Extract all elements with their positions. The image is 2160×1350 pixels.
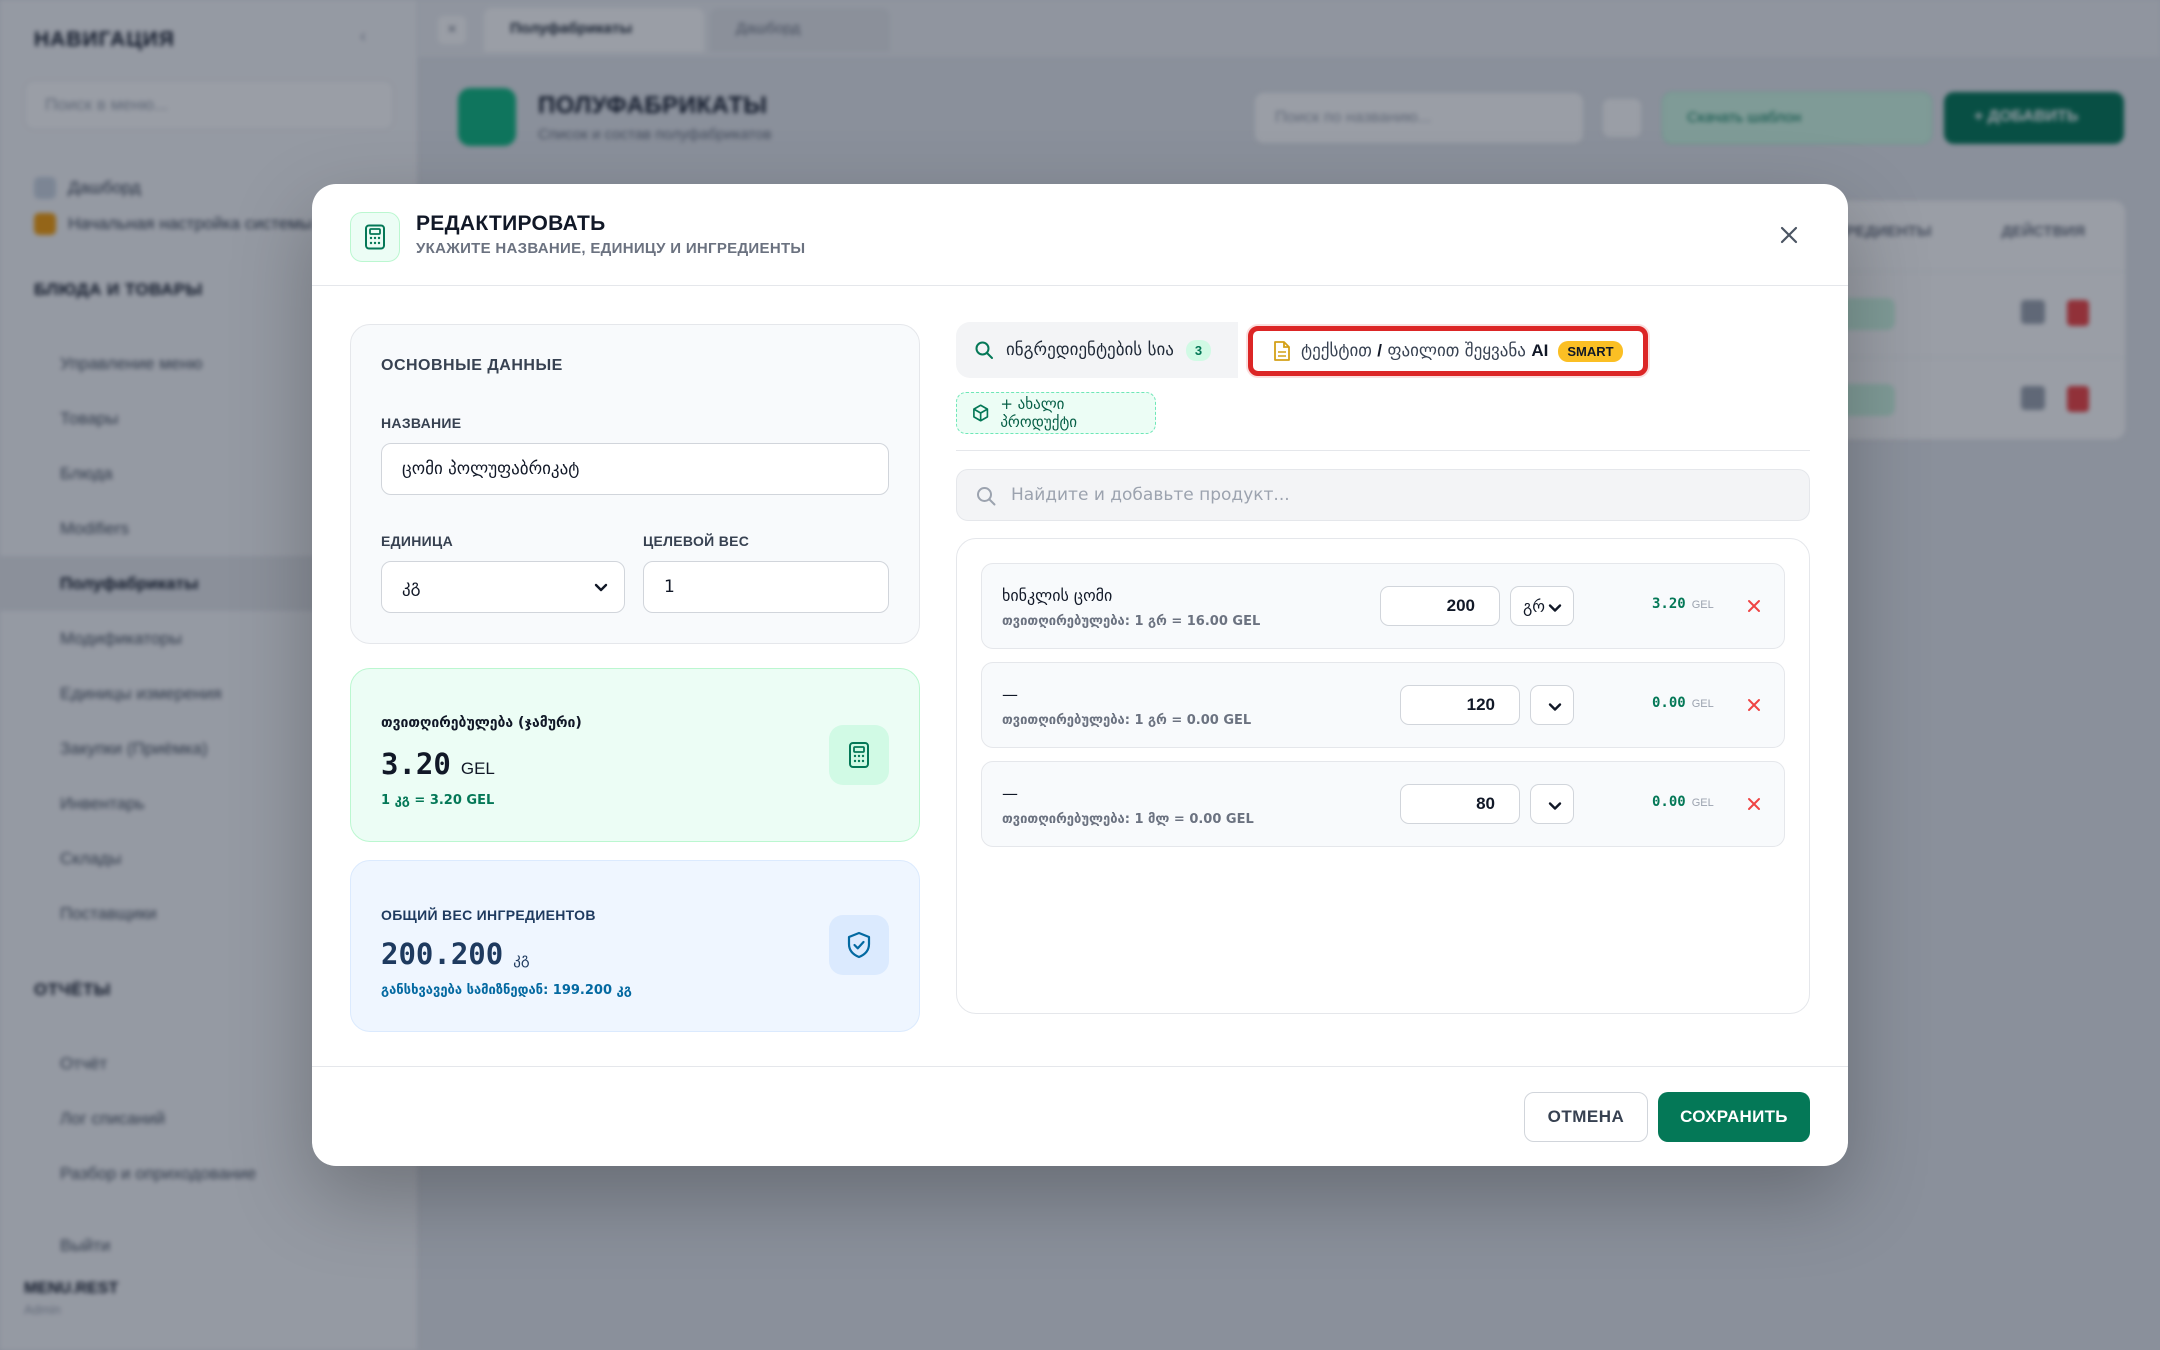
search-icon (977, 487, 996, 506)
remove-ingredient-button[interactable] (1742, 792, 1766, 816)
weight-unit: კგ (513, 950, 530, 968)
product-search-placeholder: Найдите и добавьте продукт... (1011, 485, 1290, 505)
package-plus-icon (973, 404, 989, 422)
total-weight-card: ОБЩИЙ ВЕС ИНГРЕДИЕНТОВ 200.200 კგ განსხვა… (350, 860, 920, 1032)
quantity-input[interactable]: 80 (1400, 784, 1520, 824)
x-icon (1748, 600, 1760, 612)
unit-select-value: გრ (1523, 596, 1546, 616)
currency-label: GEL (460, 759, 495, 778)
weight-difference-note: განსხვავება სამიზნედან: 199.200 კგ (381, 983, 632, 998)
target-weight-label: ЦЕЛЕВОЙ ВЕС (643, 533, 750, 549)
tab-ingredient-list-label: ინგრედიენტების სია (1006, 340, 1174, 360)
unit-select[interactable]: გრ (1510, 586, 1574, 626)
chevron-down-icon (594, 583, 608, 592)
tab-ingredient-list[interactable]: ინგრედიენტების სია 3 (956, 322, 1238, 378)
line-total: 3.20 GEL (1652, 596, 1714, 612)
unit-label: ЕДИНИЦА (381, 533, 453, 549)
ingredient-row: — თვითღირებულება: 1 მლ = 0.00 GEL 80 0.0… (981, 761, 1785, 847)
quantity-input[interactable]: 200 (1380, 586, 1500, 626)
calculator-icon (829, 725, 889, 785)
total-weight-value: 200.200 კგ (381, 937, 530, 971)
edit-modal: РЕДАКТИРОВАТЬ УКАЖИТЕ НАЗВАНИЕ, ЕДИНИЦУ … (312, 184, 1848, 1166)
smart-badge: SMART (1558, 340, 1623, 362)
ingredient-unit-cost: თვითღირებულება: 1 მლ = 0.00 GEL (1002, 812, 1254, 827)
save-button[interactable]: СОХРАНИТЬ (1658, 1092, 1810, 1142)
chevron-down-icon (1548, 604, 1562, 612)
ingredient-unit-cost: თვითღირებულება: 1 გრ = 16.00 GEL (1002, 614, 1261, 629)
quantity-input[interactable]: 120 (1400, 685, 1520, 725)
remove-ingredient-button[interactable] (1742, 594, 1766, 618)
cancel-button[interactable]: ОТМЕНА (1524, 1092, 1648, 1142)
modal-title: РЕДАКТИРОВАТЬ (416, 212, 606, 235)
tab-ai-input[interactable]: ტექსტით / ფაილით შეყვანა AI SMART (1248, 326, 1648, 376)
tab-ai-label: ტექსტით / ფაილით შეყვანა AI (1301, 341, 1549, 361)
ingredient-name: — (1002, 685, 1018, 704)
close-icon[interactable] (1774, 220, 1804, 250)
ingredient-count-badge: 3 (1185, 339, 1212, 361)
ingredient-name: ხინკლის ცომი (1002, 586, 1113, 605)
ingredient-list: ხინკლის ცომი თვითღირებულება: 1 გრ = 16.0… (956, 538, 1810, 1014)
chevron-down-icon (1548, 802, 1562, 810)
name-label: НАЗВАНИЕ (381, 415, 462, 431)
modal-subtitle: УКАЖИТЕ НАЗВАНИЕ, ЕДИНИЦУ И ИНГРЕДИЕНТЫ (416, 240, 806, 257)
document-icon (1274, 341, 1290, 361)
search-icon (975, 341, 993, 359)
new-product-label: + ახალი პროდუქტი (1000, 395, 1078, 431)
calculator-icon (350, 212, 400, 262)
product-search-input[interactable]: Найдите и добавьте продукт... (956, 469, 1810, 521)
total-cost-value: 3.20 GEL (381, 747, 495, 781)
line-total: 0.00 GEL (1652, 695, 1714, 711)
shield-check-icon (829, 915, 889, 975)
ingredient-unit-cost: თვითღირებულება: 1 გრ = 0.00 GEL (1002, 713, 1252, 728)
new-product-button[interactable]: + ახალი პროდუქტი (956, 392, 1156, 434)
x-icon (1748, 798, 1760, 810)
modal-header: РЕДАКТИРОВАТЬ УКАЖИТЕ НАЗВАНИЕ, ЕДИНИЦУ … (312, 184, 1848, 286)
ingredient-row: ხინკლის ცომი თვითღირებულება: 1 გრ = 16.0… (981, 563, 1785, 649)
cost-per-unit-note: 1 კგ = 3.20 GEL (381, 793, 495, 808)
total-weight-label: ОБЩИЙ ВЕС ИНГРЕДИЕНТОВ (381, 907, 596, 923)
unit-select[interactable]: კგ (381, 561, 625, 613)
ingredient-name: — (1002, 784, 1018, 803)
unit-select-value: კგ (402, 577, 421, 597)
modal-footer: ОТМЕНА СОХРАНИТЬ (312, 1066, 1848, 1166)
total-cost-label: თვითღირებულება (ჯამური) (381, 715, 582, 731)
unit-select[interactable] (1530, 685, 1574, 725)
unit-select[interactable] (1530, 784, 1574, 824)
chevron-down-icon (1548, 703, 1562, 711)
line-total: 0.00 GEL (1652, 794, 1714, 810)
target-weight-input[interactable]: 1 (643, 561, 889, 613)
divider (956, 450, 1810, 451)
x-icon (1748, 699, 1760, 711)
ingredient-row: — თვითღირებულება: 1 გრ = 0.00 GEL 120 0.… (981, 662, 1785, 748)
basic-data-heading: ОСНОВНЫЕ ДАННЫЕ (381, 357, 563, 374)
remove-ingredient-button[interactable] (1742, 693, 1766, 717)
total-cost-card: თვითღირებულება (ჯამური) 3.20 GEL 1 კგ = 3… (350, 668, 920, 842)
name-input[interactable]: ცომი პოლუფაბრიკატ (381, 443, 889, 495)
basic-data-card: ОСНОВНЫЕ ДАННЫЕ НАЗВАНИЕ ცომი პოლუფაბრიკ… (350, 324, 920, 644)
